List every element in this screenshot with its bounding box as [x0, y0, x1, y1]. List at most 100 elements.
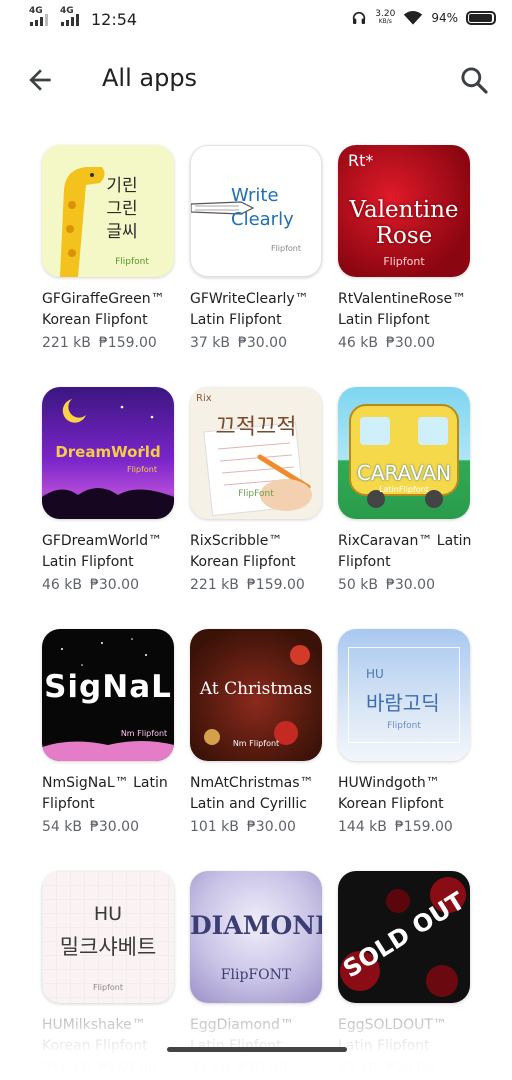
search-button[interactable]	[458, 64, 490, 96]
app-card-valentine-rose[interactable]: Rt* Valentine Rose Flipfont RtValentineR…	[338, 145, 472, 351]
app-card-hu-milkshake[interactable]: HU 밀크샤베트 Flipfont HUMilkshake™ Korean Fl…	[42, 871, 176, 1077]
status-right: 3.20 KB/s 94%	[351, 10, 496, 26]
network-speed-unit: KB/s	[378, 18, 392, 25]
app-meta: 34 kB ₱30.00	[190, 1061, 324, 1077]
app-name-line1: EggSOLDOUT™	[338, 1017, 447, 1033]
app-price: ₱30.00	[237, 1061, 287, 1077]
app-meta: 101 kB ₱30.00	[190, 819, 324, 835]
app-meta: 216 kB ₱159.00	[42, 1061, 176, 1077]
app-icon-hu-windgoth: HU 바람고딕 Flipfont	[338, 629, 470, 761]
app-meta: 46 kB ₱30.00	[42, 577, 176, 593]
icon-caption: FlipFont	[238, 489, 274, 499]
back-button[interactable]	[24, 64, 56, 96]
app-name: NmAtChristmas™ Latin and Cyrillic ...	[190, 773, 324, 815]
app-price: ₱30.00	[89, 577, 139, 593]
icon-text: Valentine	[349, 197, 459, 223]
app-name-line1: RixScribble™	[190, 533, 283, 549]
app-icon-rix-caravan: CARAVAN LatinFlipfont	[338, 387, 470, 519]
app-icon-hu-milkshake: HU 밀크샤베트 Flipfont	[42, 871, 174, 1003]
icon-caption: Nm Flipfont	[232, 739, 280, 748]
app-card-dream-world[interactable]: DreamWorld Flipfont GFDreamWorld™ Latin …	[42, 387, 176, 593]
icon-text: Write	[231, 185, 279, 206]
app-size: 34 kB	[190, 1061, 230, 1077]
app-card-nm-signal[interactable]: SigNaL Nm Flipfont NmSigNaL™ Latin Flipf…	[42, 629, 176, 835]
app-meta: 54 kB ₱30.00	[42, 819, 176, 835]
icon-text: CARAVAN	[356, 461, 452, 485]
app-card-rix-scribble[interactable]: Rix 끄적끄적 FlipFont RixScribble™ Korean Fl…	[190, 387, 324, 593]
app-name-line2: Korean Flipfont	[42, 1038, 148, 1054]
app-name-line2: Latin and Cyrillic ...	[190, 796, 307, 812]
app-name: EggSOLDOUT™ Latin Flipfont	[338, 1015, 472, 1057]
app-icon-egg-sold-out: SOLD OUT	[338, 871, 470, 1003]
app-icon-giraffe-green: 기린 그린 글씨 Flipfont	[42, 145, 174, 277]
app-name: HUMilkshake™ Korean Flipfont	[42, 1015, 176, 1057]
signal-strength-icon	[30, 14, 48, 26]
app-price: ₱30.00	[385, 577, 435, 593]
app-icon-egg-diamond: DIAMOND FlipFONT	[190, 871, 322, 1003]
app-name-line2: Korean Flipfont	[338, 796, 444, 812]
app-icon-write-clearly: Write Clearly Flipfont	[190, 145, 322, 277]
icon-text: 글씨	[106, 222, 138, 242]
search-icon	[461, 67, 488, 94]
app-name-line2: Latin Flipfont	[190, 312, 282, 328]
icon-caption: Flipfont	[115, 257, 149, 267]
app-name-line2: Latin Flipfont	[338, 1038, 430, 1054]
app-price: ₱30.00	[89, 819, 139, 835]
app-card-rix-caravan[interactable]: CARAVAN LatinFlipfont RixCaravan™ Latin …	[338, 387, 472, 593]
app-name-line1: NmAtChristmas™	[190, 775, 314, 791]
app-icon-nm-at-christmas: At Christmas Nm Flipfont	[190, 629, 322, 761]
wifi-icon	[404, 11, 423, 25]
app-card-egg-sold-out[interactable]: SOLD OUT EggSOLDOUT™ Latin Flipfont 43 k…	[338, 871, 472, 1077]
app-meta: 46 kB ₱30.00	[338, 335, 472, 351]
app-bar: All apps	[0, 52, 512, 108]
app-name: RtValentineRose™ Latin Flipfont	[338, 289, 472, 331]
app-name-line1: GFDreamWorld™	[42, 533, 163, 549]
icon-text: At Christmas	[199, 679, 313, 699]
app-name: GFGiraffeGreen™ Korean Flipfont	[42, 289, 176, 331]
app-size: 101 kB	[190, 819, 239, 835]
icon-caption: FlipFONT	[220, 967, 292, 983]
icon-text: DIAMOND	[190, 911, 322, 940]
gesture-navigation-handle[interactable]	[167, 1047, 347, 1052]
icon-caption: Flipfont	[387, 721, 421, 731]
icon-caption: Flipfont	[92, 983, 124, 992]
app-size: 43 kB	[338, 1061, 378, 1077]
app-size: 54 kB	[42, 819, 82, 835]
app-card-giraffe-green[interactable]: 기린 그린 글씨 Flipfont GFGiraffeGreen™ Korean…	[42, 145, 176, 351]
app-price: ₱30.00	[246, 819, 296, 835]
app-size: 50 kB	[338, 577, 378, 593]
caravan-illustration-icon	[349, 404, 459, 508]
app-name: RixScribble™ Korean Flipfont	[190, 531, 324, 573]
app-card-hu-windgoth[interactable]: HU 바람고딕 Flipfont HUWindgoth™ Korean Flip…	[338, 629, 472, 835]
app-name-line2: Korean Flipfont	[190, 554, 296, 570]
page-title: All apps	[102, 64, 198, 92]
app-name-line1: GFWriteClearly™	[190, 291, 309, 307]
app-price: ₱159.00	[394, 819, 453, 835]
clock: 12:54	[91, 10, 138, 29]
app-icon-rix-scribble: Rix 끄적끄적 FlipFont	[190, 387, 322, 519]
icon-text: 밀크샤베트	[59, 935, 157, 959]
app-size: 46 kB	[338, 335, 378, 351]
icon-text: SigNaL	[44, 669, 172, 705]
app-name-line2: Latin Flipfont	[42, 554, 134, 570]
icon-caption: Flipfont	[383, 255, 425, 268]
app-name: GFWriteClearly™ Latin Flipfont	[190, 289, 324, 331]
icon-text: Clearly	[231, 209, 294, 230]
app-price: ₱159.00	[98, 335, 157, 351]
icon-caption: Nm Flipfont	[120, 729, 168, 738]
app-price: ₱159.00	[98, 1061, 157, 1077]
app-card-nm-at-christmas[interactable]: At Christmas Nm Flipfont NmAtChristmas™ …	[190, 629, 324, 835]
app-size: 144 kB	[338, 819, 387, 835]
icon-text: HU	[93, 903, 123, 925]
app-name-line1: HUMilkshake™	[42, 1017, 146, 1033]
notepad-pencil-icon	[203, 421, 312, 517]
app-price: ₱30.00	[237, 335, 287, 351]
battery-percent: 94%	[431, 11, 458, 25]
app-meta: 144 kB ₱159.00	[338, 819, 472, 835]
app-card-write-clearly[interactable]: Write Clearly Flipfont GFWriteClearly™ L…	[190, 145, 324, 351]
app-name-line1: EggDiamond™	[190, 1017, 294, 1033]
app-size: 221 kB	[42, 335, 91, 351]
app-icon-dream-world: DreamWorld Flipfont	[42, 387, 174, 519]
signal-strength-icon	[61, 14, 79, 26]
app-size: 37 kB	[190, 335, 230, 351]
